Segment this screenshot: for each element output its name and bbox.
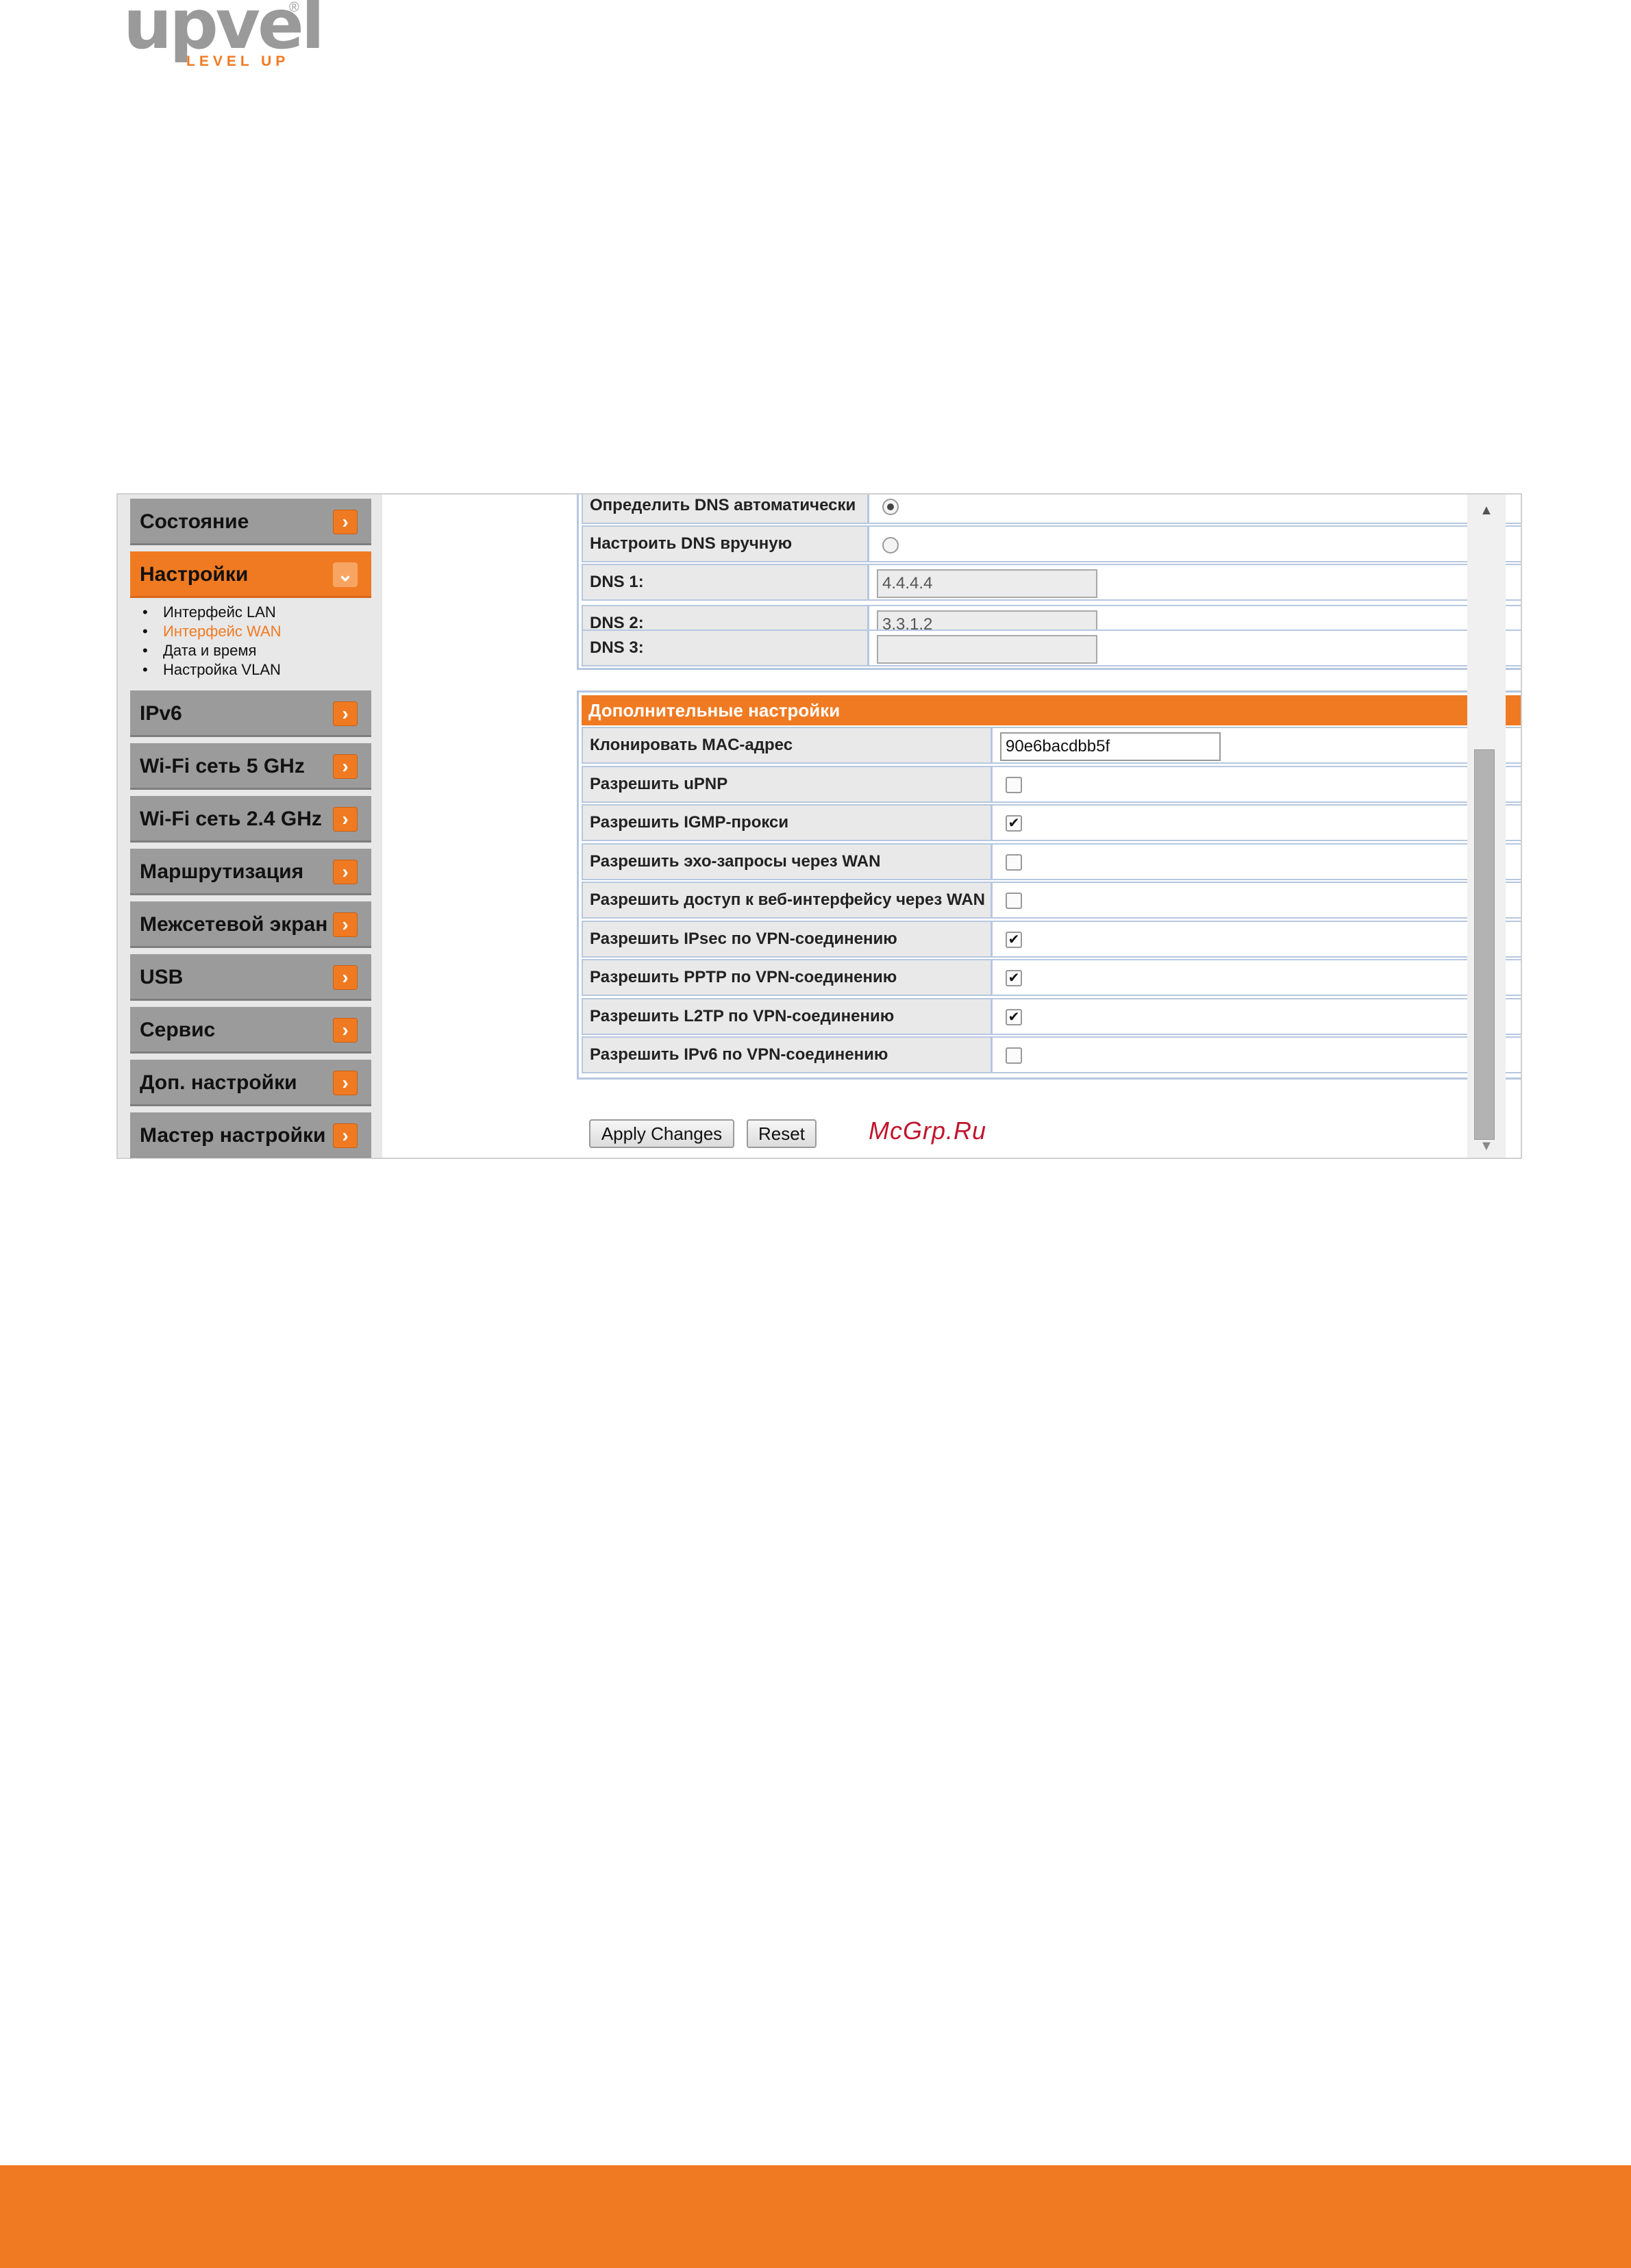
apply-changes-button[interactable]: Apply Changes — [589, 1119, 734, 1148]
dns1-label: DNS 1: — [583, 565, 869, 599]
dns1-input[interactable]: 4.4.4.4 — [877, 569, 1097, 598]
option-label: Разрешить PPTP по VPN-соединению — [583, 960, 993, 995]
submenu-item-vlan[interactable]: Настройка VLAN — [138, 660, 282, 680]
upnp-checkbox[interactable] — [1006, 777, 1022, 793]
dns-panel: Определить DNS автоматически Настроить D… — [577, 495, 1521, 670]
dns3-label: DNS 3: — [583, 631, 869, 665]
option-row-upnp: Разрешить uPNP — [582, 766, 1521, 803]
ipv6-vpn-checkbox[interactable] — [1006, 1047, 1022, 1064]
option-label: Разрешить uPNP — [583, 767, 993, 801]
sidebar-item-label: Wi-Fi сеть 5 GHz — [140, 755, 305, 777]
submenu-item-lan[interactable]: Интерфейс LAN — [138, 603, 282, 622]
option-row-ipv6: Разрешить IPv6 по VPN-соединению — [582, 1036, 1521, 1073]
sidebar-item-label: Маршрутизация — [140, 860, 304, 883]
footer-bar — [0, 2165, 1631, 2268]
option-row-ipsec: Разрешить IPsec по VPN-соединению ✔ — [582, 921, 1521, 958]
echo-checkbox[interactable] — [1006, 854, 1022, 871]
submenu-item-wan[interactable]: Интерфейс WAN — [138, 622, 282, 641]
sidebar-item-settings[interactable]: Настройки ⌄ — [130, 551, 371, 598]
igmp-checkbox[interactable]: ✔ — [1006, 815, 1022, 832]
option-label: Разрешить доступ к веб-интерфейсу через … — [583, 883, 993, 917]
option-label: Разрешить IGMP-прокси — [583, 806, 993, 840]
web-access-checkbox[interactable] — [1006, 893, 1022, 909]
scroll-thumb[interactable] — [1474, 749, 1495, 1140]
l2tp-checkbox[interactable]: ✔ — [1006, 1009, 1022, 1025]
chevron-right-icon[interactable]: › — [333, 807, 358, 832]
sidebar-item-label: Мастер настройки — [140, 1124, 326, 1147]
sidebar-item-label: Сервис — [140, 1019, 216, 1041]
chevron-right-icon[interactable]: › — [333, 912, 358, 937]
scroll-down-icon[interactable]: ▼ — [1480, 1138, 1493, 1154]
sidebar-item-wizard[interactable]: Мастер настройки › — [130, 1112, 371, 1158]
advanced-settings-panel: Дополнительные настройки Клонировать MAC… — [577, 690, 1521, 1080]
option-row-pptp: Разрешить PPTP по VPN-соединению ✔ — [582, 959, 1521, 996]
option-row-l2tp: Разрешить L2TP по VPN-соединению ✔ — [582, 998, 1521, 1035]
ipsec-checkbox[interactable]: ✔ — [1006, 932, 1022, 948]
watermark: McGrp.Ru — [869, 1117, 987, 1145]
router-admin-screenshot: Состояние › Настройки ⌄ Интерфейс LAN Ин… — [116, 493, 1522, 1159]
submenu-item-datetime[interactable]: Дата и время — [138, 641, 282, 660]
sidebar-item-firewall[interactable]: Межсетевой экран › — [130, 901, 371, 948]
dns-auto-radio[interactable] — [882, 499, 899, 515]
pptp-checkbox[interactable]: ✔ — [1006, 970, 1022, 986]
dns-auto-label: Определить DNS автоматически — [583, 495, 869, 523]
dns1-row: DNS 1: 4.4.4.4 — [582, 564, 1521, 601]
reset-button[interactable]: Reset — [747, 1119, 817, 1148]
clone-mac-row: Клонировать MAC-адрес 90e6bacdbb5f — [582, 727, 1521, 764]
chevron-right-icon[interactable]: › — [333, 1123, 358, 1148]
option-label: Разрешить эхо-запросы через WAN — [583, 845, 993, 879]
sidebar-item-label: Доп. настройки — [140, 1071, 297, 1094]
settings-submenu: Интерфейс LAN Интерфейс WAN Дата и время… — [138, 603, 282, 680]
option-label: Разрешить IPsec по VPN-соединению — [583, 922, 993, 956]
chevron-right-icon[interactable]: › — [333, 510, 358, 534]
dns-manual-label: Настроить DNS вручную — [583, 527, 869, 561]
option-row-web-access: Разрешить доступ к веб-интерфейсу через … — [582, 882, 1521, 919]
chevron-right-icon[interactable]: › — [333, 965, 358, 990]
clone-mac-label: Клонировать MAC-адрес — [583, 728, 993, 762]
chevron-right-icon[interactable]: › — [333, 1071, 358, 1095]
sidebar-item-label: Состояние — [140, 510, 249, 533]
clone-mac-input[interactable]: 90e6bacdbb5f — [1000, 732, 1221, 761]
dns-manual-row: Настроить DNS вручную — [582, 525, 1521, 562]
sidebar-item-service[interactable]: Сервис › — [130, 1007, 371, 1054]
sidebar-item-label: IPv6 — [140, 702, 182, 725]
vertical-scrollbar[interactable]: ▲ ▼ — [1467, 495, 1506, 1158]
dns3-input[interactable] — [877, 635, 1097, 664]
sidebar-item-label: USB — [140, 966, 184, 988]
dns3-row: DNS 3: — [582, 630, 1521, 666]
sidebar-item-advanced[interactable]: Доп. настройки › — [130, 1060, 371, 1106]
chevron-right-icon[interactable]: › — [333, 860, 358, 884]
advanced-settings-title: Дополнительные настройки — [582, 695, 1521, 725]
logo-tagline: LEVEL UP — [186, 53, 290, 69]
sidebar-item-ipv6[interactable]: IPv6 › — [130, 690, 371, 737]
chevron-right-icon[interactable]: › — [333, 754, 358, 779]
scroll-up-icon[interactable]: ▲ — [1480, 503, 1493, 519]
upvel-logo: upvel ® LEVEL UP — [123, 0, 325, 75]
sidebar-item-label: Wi-Fi сеть 2.4 GHz — [140, 808, 322, 830]
logo-registered-mark: ® — [289, 0, 299, 15]
dns-manual-radio[interactable] — [882, 537, 899, 553]
option-label: Разрешить IPv6 по VPN-соединению — [583, 1038, 993, 1072]
chevron-down-icon[interactable]: ⌄ — [333, 562, 358, 587]
option-label: Разрешить L2TP по VPN-соединению — [583, 999, 993, 1034]
sidebar-item-status[interactable]: Состояние › — [130, 499, 371, 545]
dns-auto-row: Определить DNS автоматически — [582, 495, 1521, 524]
sidebar-item-usb[interactable]: USB › — [130, 954, 371, 1001]
sidebar-item-label: Настройки — [140, 563, 249, 586]
chevron-right-icon[interactable]: › — [333, 701, 358, 726]
option-row-echo: Разрешить эхо-запросы через WAN — [582, 843, 1521, 880]
main-content: Определить DNS автоматически Настроить D… — [382, 495, 1521, 1158]
sidebar: Состояние › Настройки ⌄ Интерфейс LAN Ин… — [118, 495, 382, 1158]
sidebar-item-label: Межсетевой экран — [140, 913, 328, 936]
option-row-igmp: Разрешить IGMP-прокси ✔ — [582, 804, 1521, 841]
sidebar-item-wifi-5ghz[interactable]: Wi-Fi сеть 5 GHz › — [130, 743, 371, 790]
chevron-right-icon[interactable]: › — [333, 1018, 358, 1043]
sidebar-item-wifi-24ghz[interactable]: Wi-Fi сеть 2.4 GHz › — [130, 796, 371, 843]
sidebar-item-routing[interactable]: Маршрутизация › — [130, 849, 371, 895]
